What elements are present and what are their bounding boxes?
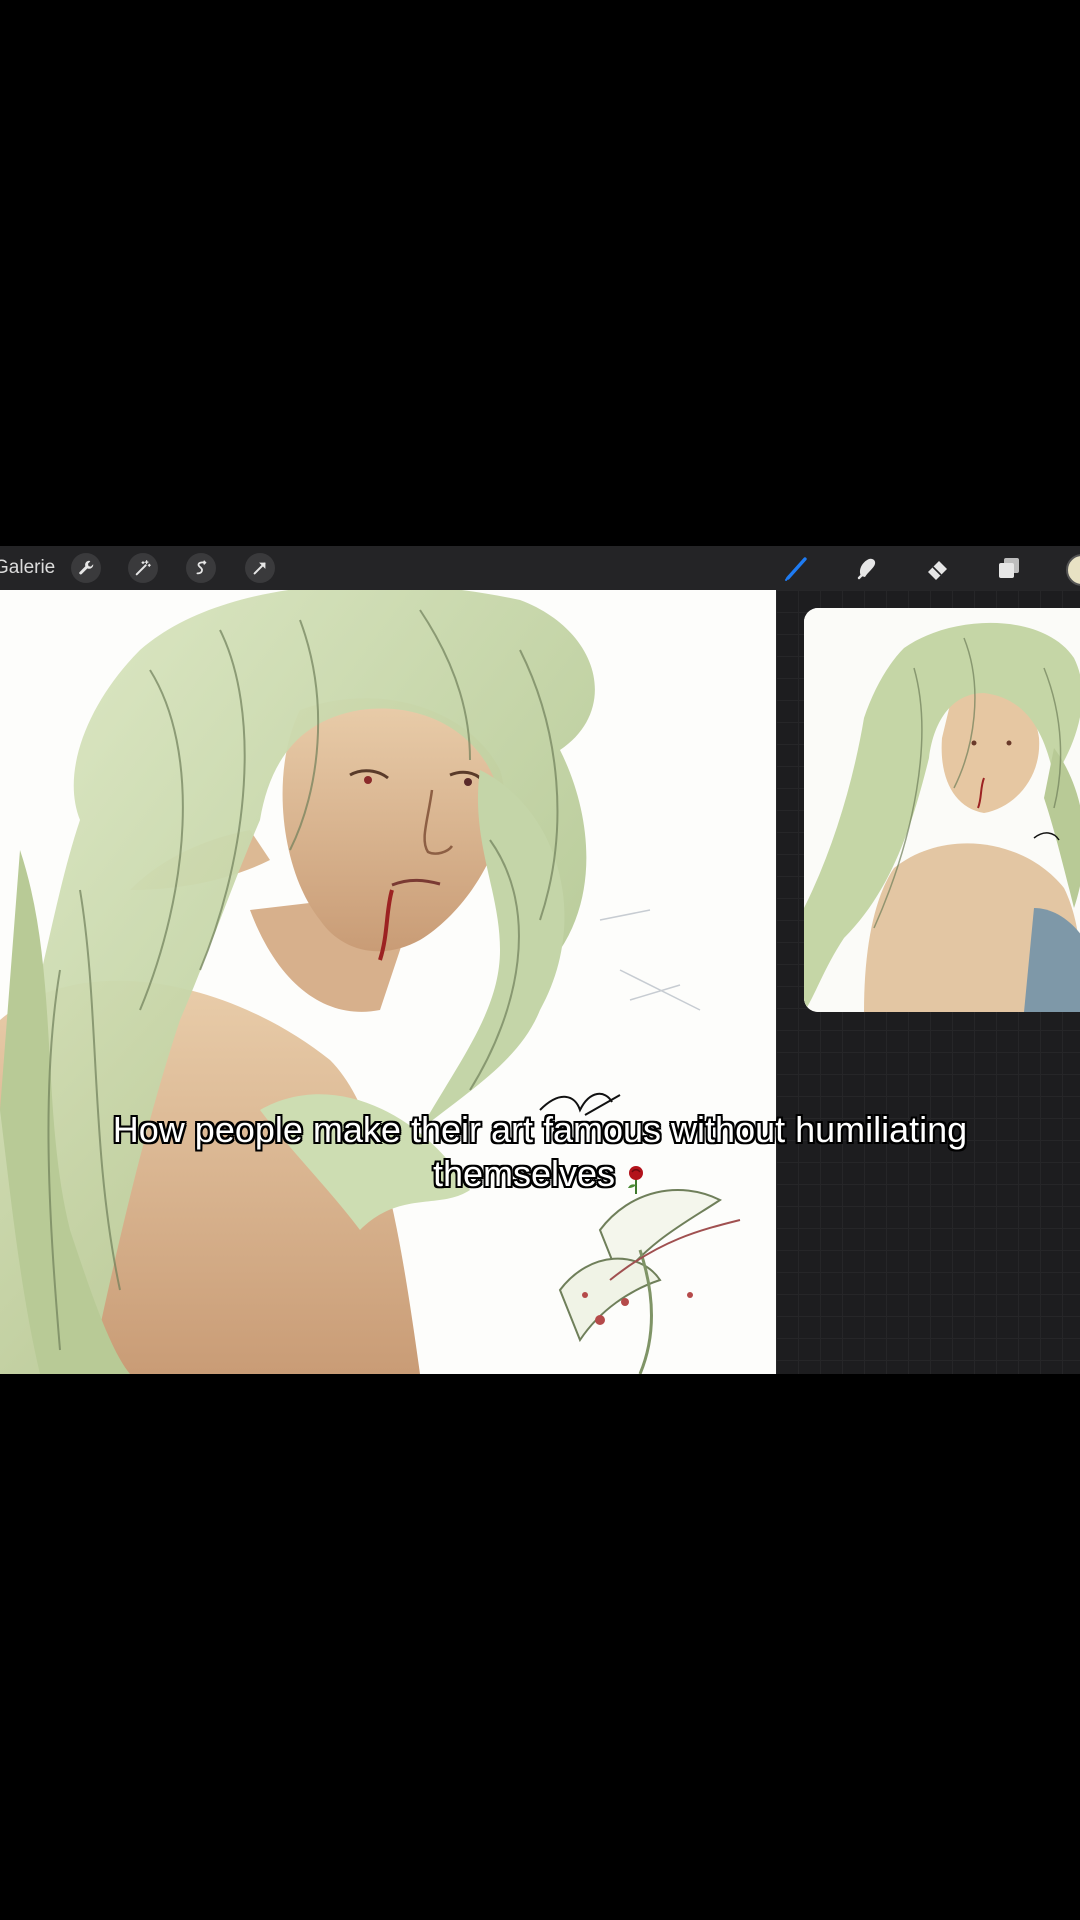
wrench-icon[interactable]: [71, 553, 101, 583]
drawing-canvas[interactable]: [0, 590, 776, 1374]
brush-icon[interactable]: [780, 552, 814, 584]
gallery-button[interactable]: Galerie: [0, 557, 55, 579]
artwork-elf-illustration: [0, 590, 776, 1374]
video-caption: How people make their art famous without…: [90, 1108, 990, 1196]
layers-icon[interactable]: [992, 552, 1026, 584]
rose-icon: [625, 1161, 647, 1195]
reference-image[interactable]: [804, 608, 1080, 1012]
smudge-icon[interactable]: [850, 552, 884, 584]
eraser-icon[interactable]: [921, 552, 955, 584]
magic-wand-icon[interactable]: [128, 553, 158, 583]
procreate-screen: Galerie: [0, 546, 1080, 1374]
transform-arrow-icon[interactable]: [245, 553, 275, 583]
color-swatch[interactable]: [1066, 554, 1080, 586]
caption-line-2: themselves: [90, 1152, 990, 1196]
top-toolbar: Galerie: [0, 546, 1080, 591]
caption-line-2-text: themselves: [432, 1153, 616, 1194]
reference-panel: [776, 590, 1080, 1374]
selection-icon[interactable]: [186, 553, 216, 583]
caption-line-1: How people make their art famous without…: [112, 1109, 968, 1150]
